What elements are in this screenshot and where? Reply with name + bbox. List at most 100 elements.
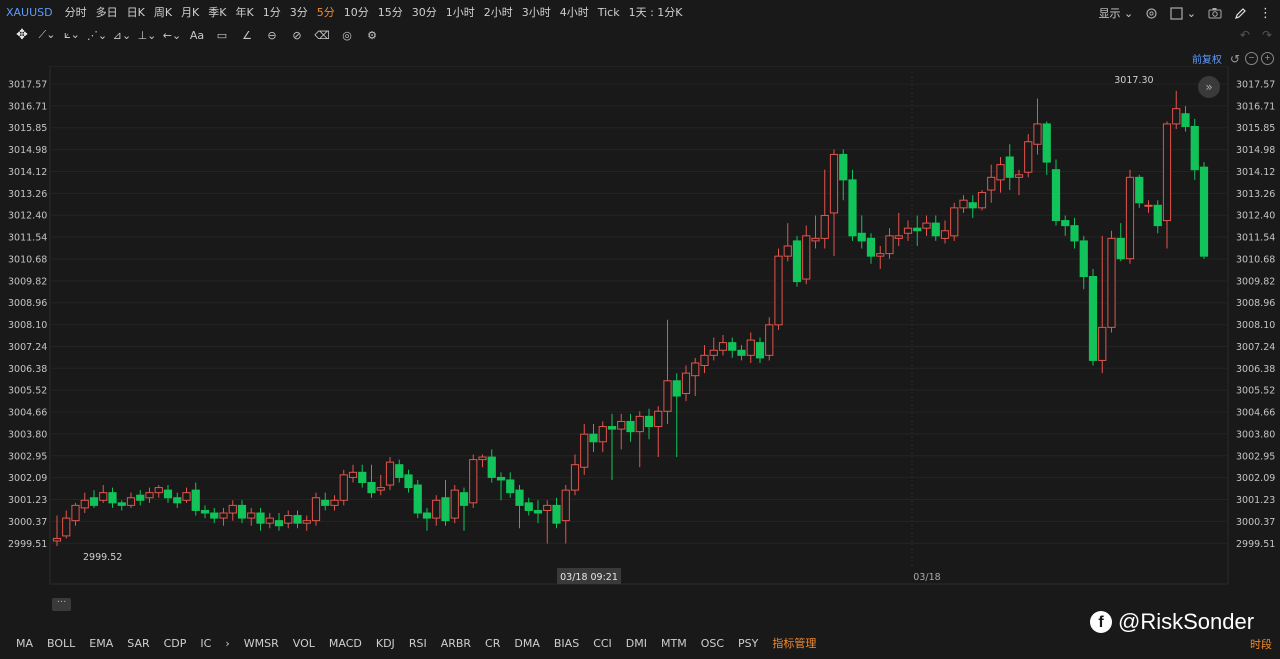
up-candle: [783, 245, 792, 257]
more-icon[interactable]: ⋮: [1259, 6, 1272, 21]
indicator-5[interactable]: CDP: [164, 636, 187, 652]
pen-icon[interactable]: [1234, 7, 1247, 20]
display-dropdown[interactable]: 显示 ⌄: [1099, 5, 1134, 21]
crosshair-time: 03/18 09:21: [560, 572, 618, 583]
visibility-icon[interactable]: ◎: [339, 27, 355, 43]
indicator-20[interactable]: OSC: [701, 636, 724, 652]
interval-3[interactable]: 日K: [127, 5, 145, 21]
y-tick-left: 3003.80: [8, 429, 47, 440]
camera-icon[interactable]: [1208, 7, 1222, 19]
interval-10[interactable]: 5分: [317, 5, 335, 21]
down-candle: [552, 504, 561, 524]
text-tool-icon[interactable]: Aa: [189, 27, 205, 43]
up-candle: [1033, 123, 1042, 145]
indicator-2[interactable]: BOLL: [47, 636, 75, 652]
vertical-line-icon[interactable]: ⊥⌄: [138, 27, 157, 43]
indicator-22[interactable]: 指标管理: [772, 636, 816, 652]
down-candle: [728, 342, 737, 351]
indicator-9[interactable]: VOL: [293, 636, 315, 652]
arrow-tool-icon[interactable]: ←⌄: [163, 27, 181, 43]
interval-19[interactable]: 1天 : 1分K: [629, 5, 683, 21]
time-segment-button[interactable]: 时段: [1250, 636, 1272, 652]
drawing-toolbar: ✥ ⟋⌄ ⟀⌄ ⋰⌄ ⊿⌄ ⊥⌄ ←⌄ Aa ▭ ∠ ⊖ ⊘ ⌫ ◎ ⚙ ↶ ↷: [0, 26, 1280, 46]
comment-icon[interactable]: ▭: [214, 27, 230, 43]
y-tick-left: 3015.85: [8, 123, 47, 134]
y-tick-left: 2999.51: [8, 539, 47, 550]
down-candle: [136, 494, 145, 501]
indicator-4[interactable]: SAR: [127, 636, 149, 652]
interval-14[interactable]: 1小时: [446, 5, 475, 21]
trash-icon[interactable]: ⌫: [314, 27, 330, 43]
channel-tool-icon[interactable]: ⟀⌄: [64, 27, 80, 43]
candlestick-chart[interactable]: 3017.57 3017.57 3016.71 3016.71 3015.85 3015.…: [0, 66, 1280, 596]
interval-8[interactable]: 1分: [263, 5, 281, 21]
down-candle: [459, 492, 469, 506]
indicator-6[interactable]: IC: [200, 636, 211, 652]
zoom-in-icon[interactable]: +: [1261, 52, 1274, 65]
interval-15[interactable]: 2小时: [484, 5, 513, 21]
down-candle: [1079, 240, 1088, 278]
y-tick-left: 3009.82: [8, 276, 47, 287]
down-candle: [607, 426, 617, 430]
indicator-12[interactable]: RSI: [409, 636, 427, 652]
up-candle: [580, 433, 589, 468]
up-candle: [617, 420, 626, 430]
interval-18[interactable]: Tick: [598, 5, 620, 21]
interval-17[interactable]: 4小时: [560, 5, 589, 21]
indicator-10[interactable]: MACD: [329, 636, 362, 652]
interval-4[interactable]: 周K: [154, 5, 172, 21]
layout-dropdown[interactable]: ⌄: [1170, 7, 1196, 20]
hide-icon[interactable]: ⊘: [289, 27, 305, 43]
indicator-19[interactable]: MTM: [661, 636, 687, 652]
down-candle: [358, 471, 367, 483]
indicator-21[interactable]: PSY: [738, 636, 758, 652]
indicator-11[interactable]: KDJ: [376, 636, 395, 652]
up-candle: [265, 517, 274, 524]
interval-11[interactable]: 10分: [344, 5, 369, 21]
interval-13[interactable]: 30分: [412, 5, 437, 21]
indicator-8[interactable]: WMSR: [244, 636, 279, 652]
indicator-17[interactable]: CCI: [593, 636, 612, 652]
indicator-7[interactable]: ›: [225, 636, 229, 652]
indicator-3[interactable]: EMA: [89, 636, 113, 652]
up-candle: [385, 461, 395, 486]
down-candle: [931, 222, 940, 237]
move-icon[interactable]: ✥: [14, 27, 30, 43]
settings-icon[interactable]: [1145, 7, 1158, 20]
down-candle: [413, 484, 422, 514]
gear-icon[interactable]: ⚙: [364, 27, 380, 43]
reset-icon[interactable]: ↺: [1230, 52, 1240, 66]
interval-6[interactable]: 季K: [208, 5, 226, 21]
up-candle: [829, 153, 839, 214]
indicator-15[interactable]: DMA: [514, 636, 540, 652]
interval-7[interactable]: 年K: [236, 5, 254, 21]
magnet-icon[interactable]: ⊖: [264, 27, 280, 43]
y-tick-left: 3007.24: [8, 342, 47, 353]
interval-5[interactable]: 月K: [181, 5, 199, 21]
zoom-out-icon[interactable]: −: [1245, 52, 1258, 65]
indicator-1[interactable]: MA: [16, 636, 33, 652]
up-candle: [987, 176, 996, 191]
adjust-button[interactable]: 前复权: [1192, 51, 1222, 66]
interval-1[interactable]: 分时: [65, 5, 87, 21]
interval-16[interactable]: 3小时: [522, 5, 551, 21]
fib-tool-icon[interactable]: ⊿⌄: [113, 27, 131, 43]
redo-icon[interactable]: ↷: [1262, 28, 1272, 42]
line-tool-icon[interactable]: ⟋⌄: [39, 27, 56, 43]
indicator-16[interactable]: BIAS: [554, 636, 579, 652]
interval-12[interactable]: 15分: [378, 5, 403, 21]
interval-selector: XAUUSD 分时 多日 日K 周K 月K 季K 年K 1分 3分 5分 10分 15分 30分 1小时 2…: [6, 5, 692, 21]
indicator-13[interactable]: ARBR: [441, 636, 471, 652]
undo-icon[interactable]: ↶: [1240, 28, 1250, 42]
down-candle: [506, 479, 515, 494]
interval-2[interactable]: 多日: [96, 5, 118, 21]
indicator-18[interactable]: DMI: [626, 636, 647, 652]
interval-9[interactable]: 3分: [290, 5, 308, 21]
ruler-icon[interactable]: ∠: [239, 27, 255, 43]
expand-panel-button[interactable]: ···: [52, 598, 71, 611]
scroll-right-button[interactable]: »: [1198, 76, 1220, 98]
zigzag-tool-icon[interactable]: ⋰⌄: [87, 27, 107, 43]
symbol-label[interactable]: XAUUSD: [6, 5, 53, 21]
indicator-14[interactable]: CR: [485, 636, 500, 652]
y-tick-right: 3011.54: [1236, 233, 1275, 244]
